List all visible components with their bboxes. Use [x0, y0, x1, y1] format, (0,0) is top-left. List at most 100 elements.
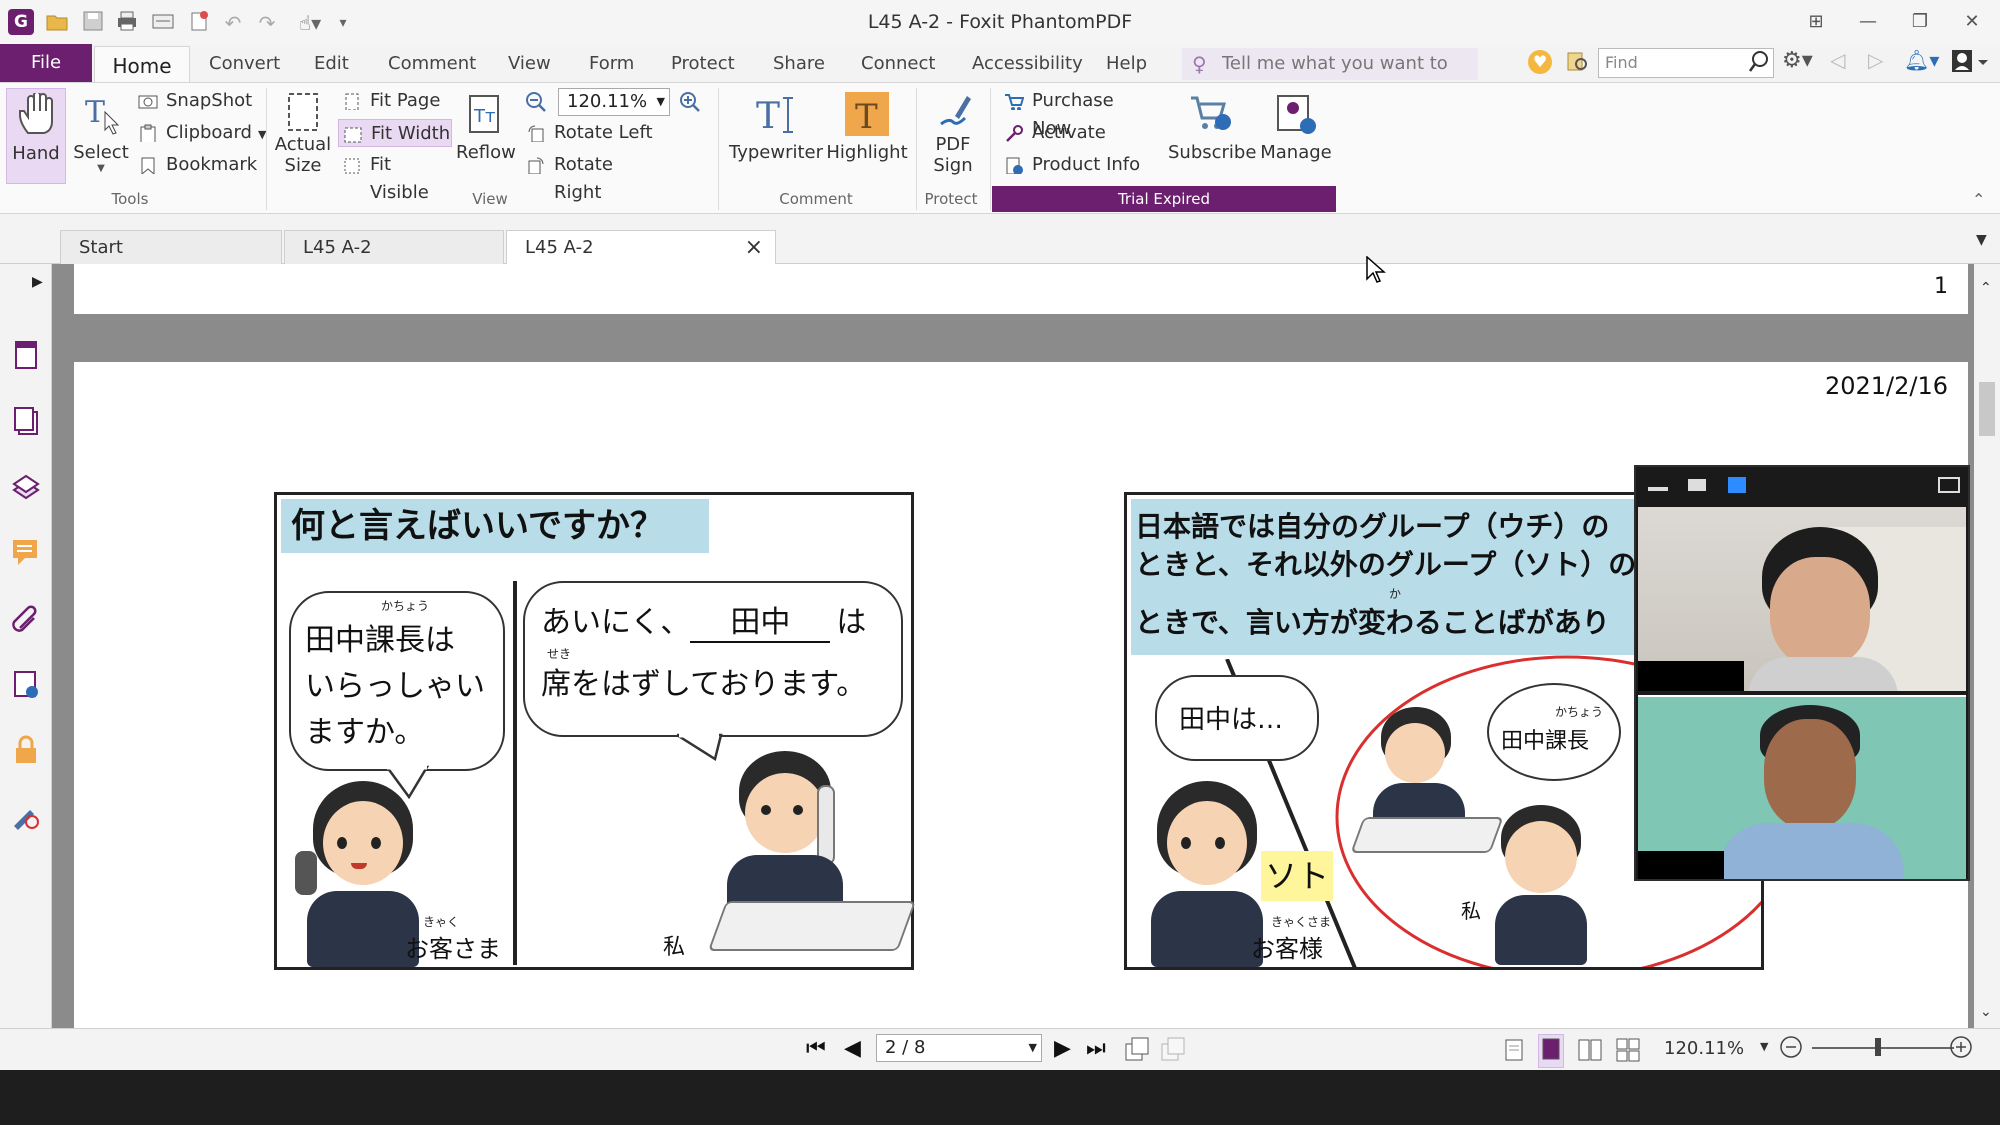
tab-home[interactable]: Home — [94, 46, 190, 84]
zoom-in-circle-icon[interactable] — [1948, 1034, 1974, 1064]
close-tab-icon[interactable]: × — [745, 231, 763, 265]
layers-icon[interactable] — [10, 470, 42, 502]
select-tool-button[interactable]: T Select ▼ — [70, 88, 132, 184]
tab-list-dropdown-icon[interactable]: ▼ — [1976, 232, 1987, 248]
tab-form[interactable]: Form — [589, 44, 634, 82]
me-label: 私 — [663, 935, 686, 960]
actual-size-button[interactable]: Actual Size — [272, 88, 334, 188]
mouse-cursor-icon — [1366, 256, 1386, 283]
forward-arrow-icon[interactable]: ▷ — [1868, 48, 1883, 72]
tab-accessibility[interactable]: Accessibility — [972, 44, 1083, 82]
notification-bell-icon[interactable]: 🔔︎▾ — [1904, 48, 1939, 72]
statusbar-zoom-dropdown-icon[interactable]: ▼ — [1760, 1040, 1768, 1053]
tab-view[interactable]: View — [508, 44, 551, 82]
scroll-up-icon[interactable]: ⌃ — [1980, 280, 1992, 296]
ruby-ka: か — [1389, 587, 1402, 601]
collapse-ribbon-icon[interactable]: ⌃ — [1972, 190, 1985, 209]
subscribe-button[interactable]: Subscribe — [1168, 88, 1256, 184]
certify-icon[interactable] — [10, 800, 42, 832]
heart-icon[interactable]: ♥ — [1528, 50, 1552, 74]
go-back-view-icon[interactable] — [1124, 1036, 1150, 1066]
video-single-view-icon[interactable] — [1688, 479, 1706, 491]
bookmark-button[interactable]: Bookmark — [134, 151, 257, 179]
hand-tool-button[interactable]: Hand — [6, 88, 66, 184]
tab-edit[interactable]: Edit — [314, 44, 349, 82]
highlight-button[interactable]: T Highlight — [826, 88, 908, 184]
last-page-icon[interactable]: ⏭ — [1086, 1036, 1106, 1061]
rotate-right-button[interactable]: Rotate Right — [522, 151, 662, 203]
select-dropdown-icon[interactable]: ▼ — [70, 163, 132, 174]
video-call-overlay[interactable] — [1634, 465, 1970, 881]
snapshot-button[interactable]: SnapShot — [134, 87, 254, 115]
fit-visible-button[interactable]: Fit Visible — [338, 151, 452, 203]
zoom-slider-track[interactable] — [1812, 1047, 1954, 1049]
tab-protect[interactable]: Protect — [671, 44, 735, 82]
purchase-now-button[interactable]: Purchase Now — [1000, 87, 1154, 139]
panel-right-heading-line1: 日本語では自分のグループ（ウチ）の — [1135, 510, 1610, 543]
next-page-icon[interactable]: ▶ — [1054, 1036, 1071, 1061]
typewriter-button[interactable]: T Typewriter — [728, 88, 824, 184]
pdf-sign-button[interactable]: PDF Sign — [922, 88, 984, 188]
search-doc-icon[interactable] — [1566, 50, 1590, 74]
reflow-button[interactable]: Tт Reflow — [456, 88, 516, 184]
scroll-down-icon[interactable]: ⌄ — [1980, 1004, 1992, 1020]
zoom-slider-thumb[interactable] — [1875, 1038, 1881, 1056]
settings-gear-icon[interactable]: ⚙▾ — [1782, 48, 1813, 73]
page-number-input[interactable]: 2 / 8 ▼ — [876, 1034, 1042, 1062]
first-page-icon[interactable]: ⏮ — [806, 1036, 826, 1061]
vertical-scrollbar[interactable]: ⌃ ⌄ — [1974, 264, 2000, 1028]
scroll-thumb[interactable] — [1979, 382, 1995, 436]
zoom-select[interactable]: 120.11% ▼ — [558, 88, 670, 116]
expand-panel-icon[interactable]: ▶ — [32, 274, 43, 290]
tell-me-input[interactable]: ♀ Tell me what you want to do.. — [1182, 48, 1478, 106]
comments-icon[interactable] — [10, 536, 42, 568]
page-thumbnail-icon[interactable] — [10, 338, 42, 370]
continuous-facing-view-icon[interactable] — [1616, 1038, 1640, 1066]
tab-start[interactable]: Start — [60, 230, 282, 264]
facing-view-icon[interactable] — [1578, 1038, 1602, 1066]
document-date: 2021/2/16 — [1824, 372, 1948, 400]
zoom-out-icon[interactable] — [524, 90, 548, 118]
account-icon[interactable] — [1950, 48, 1990, 76]
continuous-view-icon[interactable] — [1538, 1034, 1564, 1068]
minimize-button[interactable]: — — [1846, 6, 1890, 38]
go-forward-view-icon[interactable] — [1160, 1036, 1186, 1066]
panel-right-heading-line2: ときと、それ以外のグループ（ソト）の — [1135, 548, 1637, 581]
restore-button[interactable]: ❐ — [1898, 6, 1942, 38]
clipboard-icon — [140, 124, 156, 142]
back-arrow-icon[interactable]: ◁ — [1830, 48, 1845, 72]
signatures-icon[interactable] — [10, 668, 42, 700]
fit-page-icon — [345, 93, 359, 110]
file-tab[interactable]: File — [0, 44, 92, 82]
tab-connect[interactable]: Connect — [861, 44, 935, 82]
video-minimize-icon[interactable] — [1648, 487, 1668, 491]
clipboard-button[interactable]: Clipboard ▼ — [134, 119, 266, 147]
statusbar-zoom-value[interactable]: 120.11% — [1664, 1038, 1744, 1059]
tab-l45-a2-first[interactable]: L45 A-2 — [284, 230, 504, 264]
video-gallery-view-icon[interactable] — [1728, 477, 1746, 493]
close-window-button[interactable]: ✕ — [1950, 6, 1994, 38]
zoom-dropdown-icon[interactable]: ▼ — [657, 89, 665, 115]
fit-width-button[interactable]: Fit Width — [338, 119, 452, 147]
rotate-left-button[interactable]: Rotate Left — [522, 119, 662, 147]
tab-convert[interactable]: Convert — [209, 44, 280, 82]
zoom-out-circle-icon[interactable] — [1778, 1034, 1804, 1064]
tab-comment[interactable]: Comment — [388, 44, 476, 82]
ribbon-display-icon[interactable]: ⊞ — [1794, 6, 1838, 38]
previous-page-icon[interactable]: ◀ — [844, 1036, 861, 1061]
attachments-icon[interactable] — [10, 602, 42, 634]
tab-l45-a2-active[interactable]: L45 A-2 × — [506, 230, 776, 264]
page-dropdown-icon[interactable]: ▼ — [1029, 1035, 1037, 1061]
manage-button[interactable]: Manage — [1256, 88, 1336, 184]
find-search-icon[interactable] — [1748, 50, 1770, 78]
activate-button[interactable]: Activate — [1000, 119, 1154, 147]
video-expand-icon[interactable] — [1938, 477, 1960, 493]
tab-share[interactable]: Share — [773, 44, 825, 82]
single-page-view-icon[interactable] — [1504, 1038, 1524, 1066]
pages-icon[interactable] — [10, 404, 42, 436]
fit-page-button[interactable]: Fit Page — [338, 87, 452, 115]
security-lock-icon[interactable] — [10, 734, 42, 766]
zoom-in-icon[interactable] — [678, 90, 702, 118]
tab-help[interactable]: Help — [1106, 44, 1147, 82]
product-info-button[interactable]: Product Info — [1000, 151, 1154, 179]
